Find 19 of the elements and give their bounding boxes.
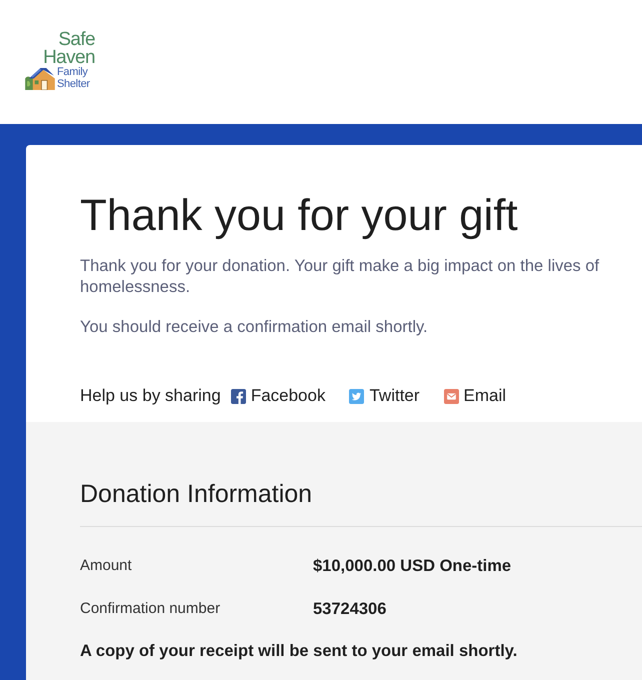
house-icon bbox=[25, 67, 56, 90]
field-label: Amount bbox=[80, 556, 133, 576]
letter-f-icon bbox=[230, 388, 246, 404]
confirmation-message: You should receive a confirmation email shortly. bbox=[80, 317, 429, 338]
envelope-icon bbox=[444, 388, 459, 404]
bird-icon bbox=[349, 388, 364, 404]
page-title: Thank you for your gift bbox=[80, 190, 519, 242]
logo-subtitle: Family Shelter bbox=[57, 67, 90, 90]
section-heading: Donation Information bbox=[80, 479, 314, 509]
logo-title: Safe Haven bbox=[43, 31, 95, 66]
share-link[interactable]: Facebook bbox=[230, 384, 326, 408]
field-label: Confirmation number bbox=[80, 599, 222, 619]
receipt-note: A copy of your receipt will be sent to your email shortly. bbox=[80, 641, 518, 662]
field-value: 53724306 bbox=[313, 599, 386, 620]
field-value: $10,000.00 USD One-time bbox=[313, 556, 512, 577]
share-label: Help us by sharing bbox=[80, 385, 221, 407]
thank-you-message: Thank you for your donation. Your gift make a big impact on the lives of homelessness. bbox=[80, 256, 600, 298]
share-link[interactable]: Email bbox=[444, 384, 506, 408]
share-link[interactable]: Twitter bbox=[349, 384, 420, 408]
